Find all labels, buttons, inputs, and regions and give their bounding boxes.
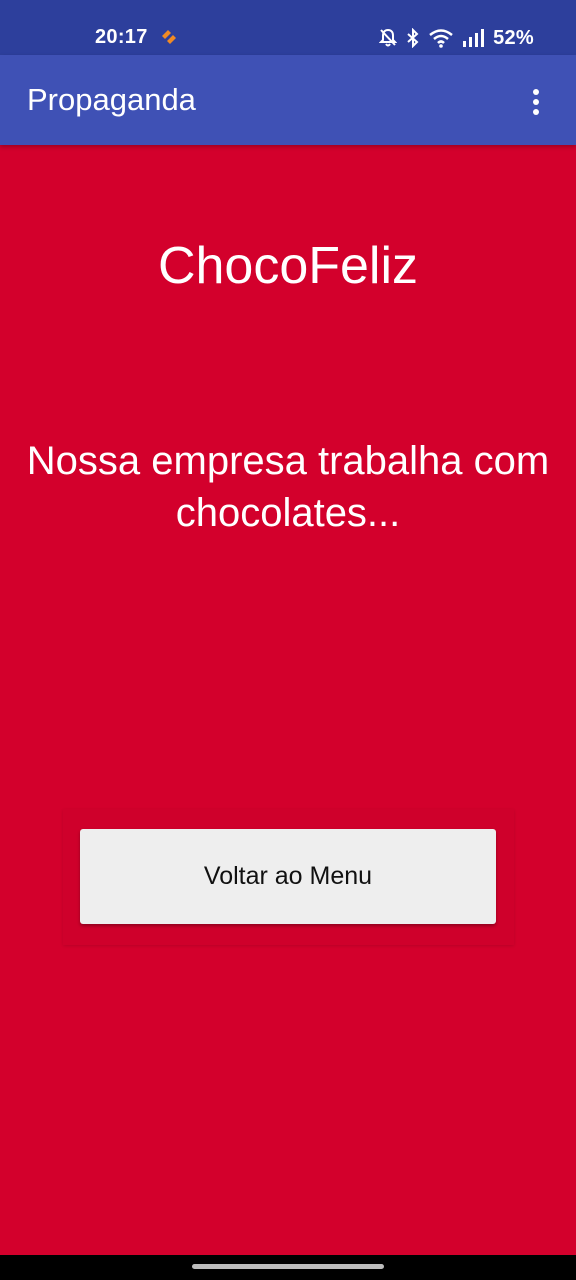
status-time: 20:17 bbox=[95, 26, 148, 48]
brand-title: ChocoFeliz bbox=[157, 237, 419, 295]
tagline-text: Nossa empresa trabalha com chocolates... bbox=[26, 439, 550, 535]
mute-icon bbox=[379, 28, 398, 47]
content-area: ChocoFeliz Nossa empresa trabalha com ch… bbox=[0, 145, 576, 1255]
signal-icon bbox=[463, 29, 485, 47]
app-notification-icon bbox=[162, 30, 176, 44]
battery-percent: 52% bbox=[493, 26, 534, 49]
bluetooth-icon bbox=[407, 28, 419, 48]
more-vert-icon[interactable] bbox=[514, 80, 558, 124]
app-title: Propaganda bbox=[27, 82, 196, 117]
wifi-icon bbox=[429, 29, 453, 48]
status-bar: 20:17 52% bbox=[0, 0, 576, 55]
app-bar: Propaganda bbox=[0, 55, 576, 145]
home-gesture-handle[interactable] bbox=[192, 1264, 384, 1269]
back-to-menu-button[interactable]: Voltar ao Menu bbox=[80, 829, 496, 924]
status-icons: 52% bbox=[379, 26, 534, 50]
navigation-bar bbox=[0, 1255, 576, 1280]
